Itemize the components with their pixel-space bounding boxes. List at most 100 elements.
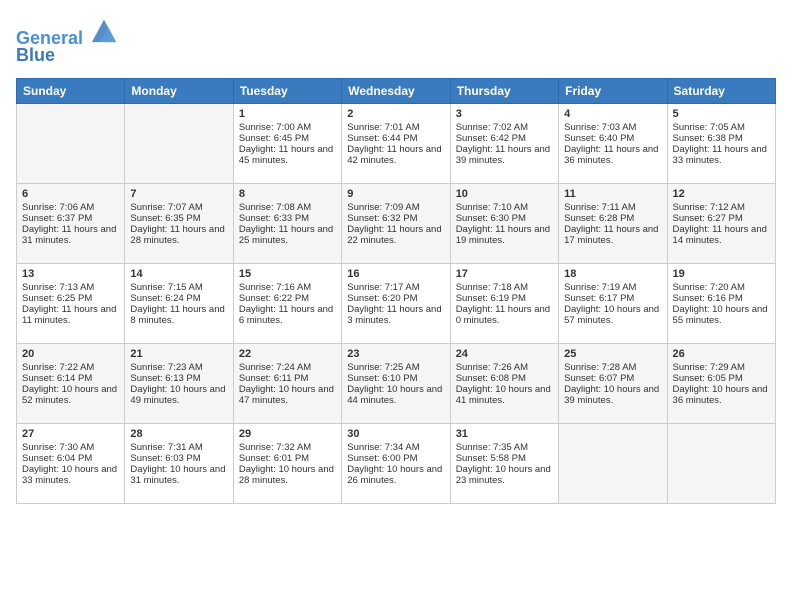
day-info: Sunrise: 7:18 AMSunset: 6:19 PMDaylight:… <box>456 282 550 326</box>
day-number: 25 <box>564 348 661 360</box>
logo: General Blue <box>16 16 118 66</box>
weekday-header-friday: Friday <box>559 78 667 103</box>
calendar-cell: 22 Sunrise: 7:24 AMSunset: 6:11 PMDayligh… <box>233 343 341 423</box>
day-info: Sunrise: 7:29 AMSunset: 6:05 PMDaylight:… <box>673 362 768 406</box>
calendar-cell: 30Sunrise: 7:34 AMSunset: 6:00 PMDayligh… <box>342 423 450 503</box>
day-info: Sunrise: 7:17 AMSunset: 6:20 PMDaylight:… <box>347 282 441 326</box>
calendar-cell: 26 Sunrise: 7:29 AMSunset: 6:05 PMDayligh… <box>667 343 775 423</box>
day-info: Sunrise: 7:01 AMSunset: 6:44 PMDaylight:… <box>347 122 441 166</box>
calendar-week-row: 27Sunrise: 7:30 AMSunset: 6:04 PMDayligh… <box>17 423 776 503</box>
day-number: 16 <box>347 268 444 280</box>
day-info: Sunrise: 7:20 AMSunset: 6:16 PMDaylight:… <box>673 282 768 326</box>
calendar-table: SundayMondayTuesdayWednesdayThursdayFrid… <box>16 78 776 504</box>
calendar-cell: 18 Sunrise: 7:19 AMSunset: 6:17 PMDayligh… <box>559 263 667 343</box>
calendar-cell: 12Sunrise: 7:12 AMSunset: 6:27 PMDayligh… <box>667 183 775 263</box>
day-number: 22 <box>239 348 336 360</box>
calendar-cell: 7 Sunrise: 7:07 AMSunset: 6:35 PMDaylight… <box>125 183 233 263</box>
calendar-cell: 28 Sunrise: 7:31 AMSunset: 6:03 PMDayligh… <box>125 423 233 503</box>
day-info: Sunrise: 7:13 AMSunset: 6:25 PMDaylight:… <box>22 282 116 326</box>
day-info: Sunrise: 7:02 AMSunset: 6:42 PMDaylight:… <box>456 122 550 166</box>
calendar-cell: 29 Sunrise: 7:32 AMSunset: 6:01 PMDayligh… <box>233 423 341 503</box>
weekday-header-thursday: Thursday <box>450 78 558 103</box>
calendar-cell: 9 Sunrise: 7:09 AMSunset: 6:32 PMDaylight… <box>342 183 450 263</box>
day-info: Sunrise: 7:23 AMSunset: 6:13 PMDaylight:… <box>130 362 225 406</box>
day-info: Sunrise: 7:15 AMSunset: 6:24 PMDaylight:… <box>130 282 224 326</box>
calendar-cell: 4 Sunrise: 7:03 AMSunset: 6:40 PMDaylight… <box>559 103 667 183</box>
calendar-cell: 24Sunrise: 7:26 AMSunset: 6:08 PMDayligh… <box>450 343 558 423</box>
page-header: General Blue <box>16 16 776 66</box>
day-info: Sunrise: 7:07 AMSunset: 6:35 PMDaylight:… <box>130 202 224 246</box>
day-number: 5 <box>673 108 770 120</box>
calendar-cell: 10Sunrise: 7:10 AMSunset: 6:30 PMDayligh… <box>450 183 558 263</box>
day-info: Sunrise: 7:28 AMSunset: 6:07 PMDaylight:… <box>564 362 659 406</box>
day-number: 18 <box>564 268 661 280</box>
weekday-header-saturday: Saturday <box>667 78 775 103</box>
day-number: 3 <box>456 108 553 120</box>
calendar-cell: 3 Sunrise: 7:02 AMSunset: 6:42 PMDaylight… <box>450 103 558 183</box>
calendar-cell: 17 Sunrise: 7:18 AMSunset: 6:19 PMDayligh… <box>450 263 558 343</box>
calendar-cell: 5 Sunrise: 7:05 AMSunset: 6:38 PMDaylight… <box>667 103 775 183</box>
calendar-week-row: 20Sunrise: 7:22 AMSunset: 6:14 PMDayligh… <box>17 343 776 423</box>
weekday-header-row: SundayMondayTuesdayWednesdayThursdayFrid… <box>17 78 776 103</box>
calendar-cell: 6 Sunrise: 7:06 AMSunset: 6:37 PMDaylight… <box>17 183 125 263</box>
day-info: Sunrise: 7:22 AMSunset: 6:14 PMDaylight:… <box>22 362 117 406</box>
day-info: Sunrise: 7:09 AMSunset: 6:32 PMDaylight:… <box>347 202 441 246</box>
day-number: 26 <box>673 348 770 360</box>
weekday-header-tuesday: Tuesday <box>233 78 341 103</box>
day-number: 17 <box>456 268 553 280</box>
calendar-cell <box>667 423 775 503</box>
calendar-cell: 23 Sunrise: 7:25 AMSunset: 6:10 PMDayligh… <box>342 343 450 423</box>
logo-text: General <box>16 16 118 49</box>
calendar-cell: 16 Sunrise: 7:17 AMSunset: 6:20 PMDayligh… <box>342 263 450 343</box>
calendar-cell <box>125 103 233 183</box>
calendar-cell: 13 Sunrise: 7:13 AMSunset: 6:25 PMDayligh… <box>17 263 125 343</box>
day-number: 10 <box>456 188 553 200</box>
day-number: 21 <box>130 348 227 360</box>
day-number: 24 <box>456 348 553 360</box>
weekday-header-wednesday: Wednesday <box>342 78 450 103</box>
calendar-cell: 19 Sunrise: 7:20 AMSunset: 6:16 PMDayligh… <box>667 263 775 343</box>
day-info: Sunrise: 7:34 AMSunset: 6:00 PMDaylight:… <box>347 442 442 486</box>
day-info: Sunrise: 7:16 AMSunset: 6:22 PMDaylight:… <box>239 282 333 326</box>
day-number: 7 <box>130 188 227 200</box>
day-info: Sunrise: 7:30 AMSunset: 6:04 PMDaylight:… <box>22 442 117 486</box>
day-number: 4 <box>564 108 661 120</box>
day-info: Sunrise: 7:03 AMSunset: 6:40 PMDaylight:… <box>564 122 658 166</box>
day-number: 29 <box>239 428 336 440</box>
calendar-cell: 27Sunrise: 7:30 AMSunset: 6:04 PMDayligh… <box>17 423 125 503</box>
calendar-week-row: 6 Sunrise: 7:06 AMSunset: 6:37 PMDaylight… <box>17 183 776 263</box>
calendar-cell: 25 Sunrise: 7:28 AMSunset: 6:07 PMDayligh… <box>559 343 667 423</box>
day-info: Sunrise: 7:06 AMSunset: 6:37 PMDaylight:… <box>22 202 116 246</box>
day-number: 15 <box>239 268 336 280</box>
day-number: 13 <box>22 268 119 280</box>
day-number: 28 <box>130 428 227 440</box>
calendar-week-row: 1Sunrise: 7:00 AMSunset: 6:45 PMDaylight… <box>17 103 776 183</box>
day-number: 31 <box>456 428 553 440</box>
day-number: 6 <box>22 188 119 200</box>
day-number: 8 <box>239 188 336 200</box>
calendar-cell: 8 Sunrise: 7:08 AMSunset: 6:33 PMDaylight… <box>233 183 341 263</box>
day-info: Sunrise: 7:25 AMSunset: 6:10 PMDaylight:… <box>347 362 442 406</box>
day-info: Sunrise: 7:24 AMSunset: 6:11 PMDaylight:… <box>239 362 334 406</box>
calendar-cell: 20Sunrise: 7:22 AMSunset: 6:14 PMDayligh… <box>17 343 125 423</box>
day-info: Sunrise: 7:32 AMSunset: 6:01 PMDaylight:… <box>239 442 334 486</box>
calendar-cell <box>17 103 125 183</box>
day-info: Sunrise: 7:31 AMSunset: 6:03 PMDaylight:… <box>130 442 225 486</box>
day-info: Sunrise: 7:08 AMSunset: 6:33 PMDaylight:… <box>239 202 333 246</box>
calendar-cell: 15 Sunrise: 7:16 AMSunset: 6:22 PMDayligh… <box>233 263 341 343</box>
day-info: Sunrise: 7:11 AMSunset: 6:28 PMDaylight:… <box>564 202 658 246</box>
day-number: 23 <box>347 348 444 360</box>
day-number: 11 <box>564 188 661 200</box>
day-info: Sunrise: 7:12 AMSunset: 6:27 PMDaylight:… <box>673 202 767 246</box>
day-number: 14 <box>130 268 227 280</box>
calendar-cell: 14 Sunrise: 7:15 AMSunset: 6:24 PMDayligh… <box>125 263 233 343</box>
day-number: 2 <box>347 108 444 120</box>
day-number: 1 <box>239 108 336 120</box>
day-info: Sunrise: 7:05 AMSunset: 6:38 PMDaylight:… <box>673 122 767 166</box>
day-number: 19 <box>673 268 770 280</box>
day-info: Sunrise: 7:19 AMSunset: 6:17 PMDaylight:… <box>564 282 659 326</box>
logo-icon <box>90 16 118 44</box>
calendar-week-row: 13 Sunrise: 7:13 AMSunset: 6:25 PMDayligh… <box>17 263 776 343</box>
day-info: Sunrise: 7:35 AMSunset: 5:58 PMDaylight:… <box>456 442 551 486</box>
day-number: 9 <box>347 188 444 200</box>
